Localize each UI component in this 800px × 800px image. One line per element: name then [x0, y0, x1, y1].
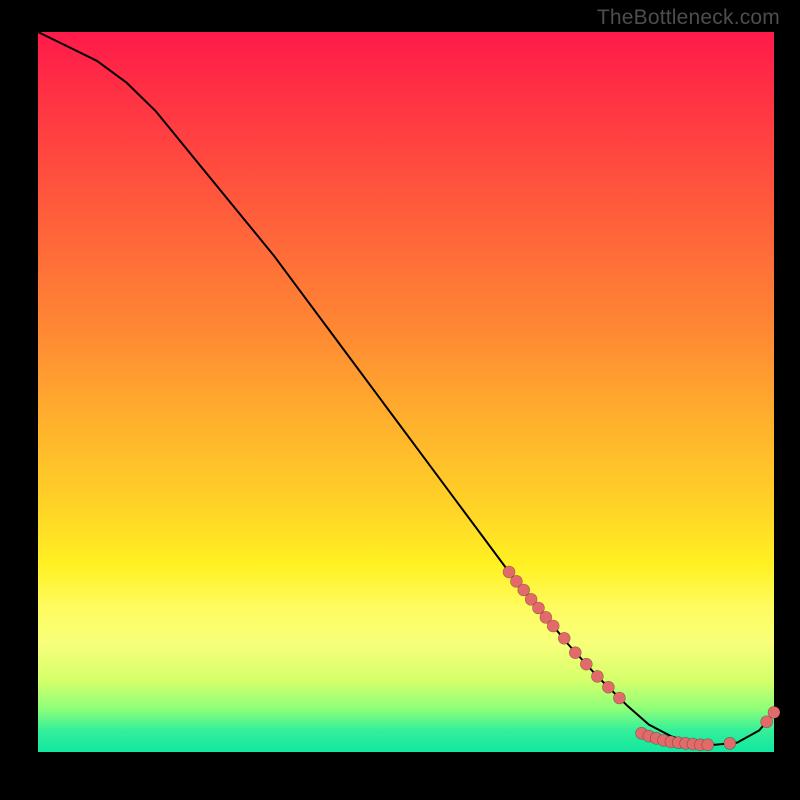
data-point-marker — [569, 647, 581, 659]
data-point-marker — [558, 632, 570, 644]
chart-frame: TheBottleneck.com — [0, 0, 800, 800]
data-point-marker — [547, 620, 559, 632]
data-point-marker — [580, 658, 592, 670]
data-point-marker — [702, 739, 714, 751]
data-point-marker — [613, 692, 625, 704]
watermark-text: TheBottleneck.com — [597, 6, 780, 30]
data-point-marker — [724, 737, 736, 749]
data-point-marker — [591, 670, 603, 682]
data-point-marker — [768, 706, 780, 718]
curve-svg — [38, 32, 774, 752]
markers-group — [503, 566, 780, 751]
curve-line — [38, 32, 774, 745]
data-point-marker — [602, 681, 614, 693]
plot-area — [38, 32, 774, 752]
